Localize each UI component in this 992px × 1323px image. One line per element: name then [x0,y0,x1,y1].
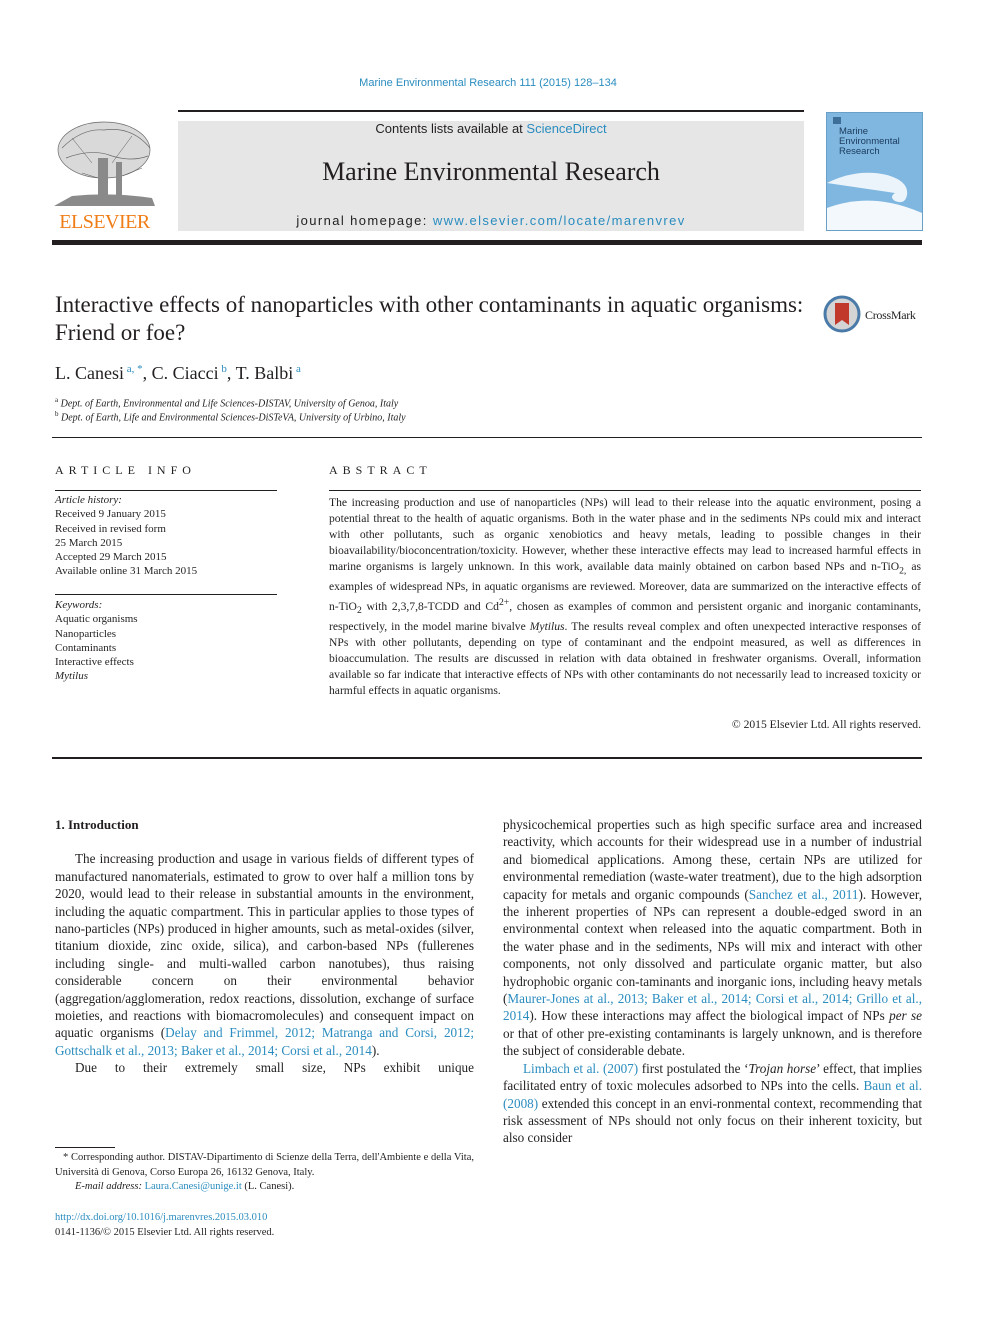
history-item: Received 9 January 2015 [55,508,166,521]
author-affiliation-marker[interactable]: b [221,363,227,375]
history-item: Available online 31 March 2015 [55,565,198,578]
article-history: Article history: Received 9 January 2015… [55,493,277,579]
history-item: Received in revised form [55,522,166,535]
divider [329,490,921,491]
keyword: Aquatic organisms [55,613,138,626]
sciencedirect-link[interactable]: ScienceDirect [526,121,606,136]
contents-label: Contents lists available at [375,121,527,136]
abstract-heading: ABSTRACT [329,463,432,477]
journal-masthead: Contents lists available at ScienceDirec… [178,121,804,231]
divider [55,490,277,491]
author-affiliation-marker[interactable]: a [296,363,301,375]
issn-copyright: 0141-1136/© 2015 Elsevier Ltd. All right… [55,1227,275,1238]
doi-link[interactable]: http://dx.doi.org/10.1016/j.marenvres.20… [55,1211,267,1226]
keyword: Contaminants [55,641,117,654]
paragraph: Due to their extremely small size, NPs e… [75,1060,474,1076]
author-name[interactable]: C. Ciacci [152,363,219,383]
divider [55,594,277,595]
abstract-body: The increasing production and use of nan… [329,496,921,698]
citation-link[interactable]: Limbach et al. (2007) [523,1061,638,1076]
author-name[interactable]: T. Balbi [236,363,294,383]
crossmark-label: CrossMark [865,308,916,322]
corresponding-author-footnote: * Corresponding author. DISTAV-Dipartime… [55,1152,474,1192]
affiliation: b Dept. of Earth, Life and Environmental… [55,410,406,424]
citation-link[interactable]: Sanchez et al., 2011 [749,887,859,902]
author-list: L. Canesi a, *, C. Ciacci b, T. Balbi a [55,363,301,383]
article-info-heading: ARTICLE INFO [55,463,196,477]
copyright-notice: © 2015 Elsevier Ltd. All rights reserved… [731,718,921,731]
section-heading-introduction: 1. Introduction [55,817,139,832]
divider [52,757,922,759]
divider [52,437,922,438]
history-item: Accepted 29 March 2015 [55,551,167,564]
keyword: Nanoparticles [55,627,117,640]
cover-title: Marine Environmental Research [839,126,900,157]
crossmark-button[interactable]: CrossMark [823,295,923,335]
paragraph: physicochemical properties such as high … [503,817,923,1059]
keyword: Mytilus [55,670,88,683]
homepage-label: journal homepage: [296,213,433,228]
affiliation: a Dept. of Earth, Environmental and Life… [55,396,399,410]
journal-name: Marine Environmental Research [322,157,660,186]
paragraph: Limbach et al. (2007) first postulated t… [503,1060,922,1146]
paragraph: The increasing production and usage in v… [55,851,474,1058]
journal-homepage-link[interactable]: www.elsevier.com/locate/marenvrev [433,213,686,228]
author-affiliation-marker[interactable]: a, * [127,363,143,375]
keywords: Keywords: Aquatic organisms Nanoparticle… [55,598,277,684]
email-link[interactable]: Laura.Canesi@unige.it [145,1181,242,1192]
footnote-rule [55,1147,115,1148]
header-thick-rule [52,240,922,245]
header-rule [178,110,804,112]
history-item: 25 March 2015 [55,536,123,549]
elsevier-wordmark: ELSEVIER [59,211,150,233]
body-right-column: physicochemical properties such as high … [503,816,922,1147]
author-name[interactable]: L. Canesi [55,363,124,383]
crossmark-icon [823,295,861,333]
journal-cover-thumbnail[interactable]: Marine Environmental Research [826,112,923,231]
article-title: Interactive effects of nanoparticles wit… [55,292,804,345]
journal-reference-link[interactable]: Marine Environmental Research 111 (2015)… [0,77,976,89]
keyword: Interactive effects [55,656,134,669]
body-left-column: 1. Introduction The increasing productio… [55,816,474,1077]
